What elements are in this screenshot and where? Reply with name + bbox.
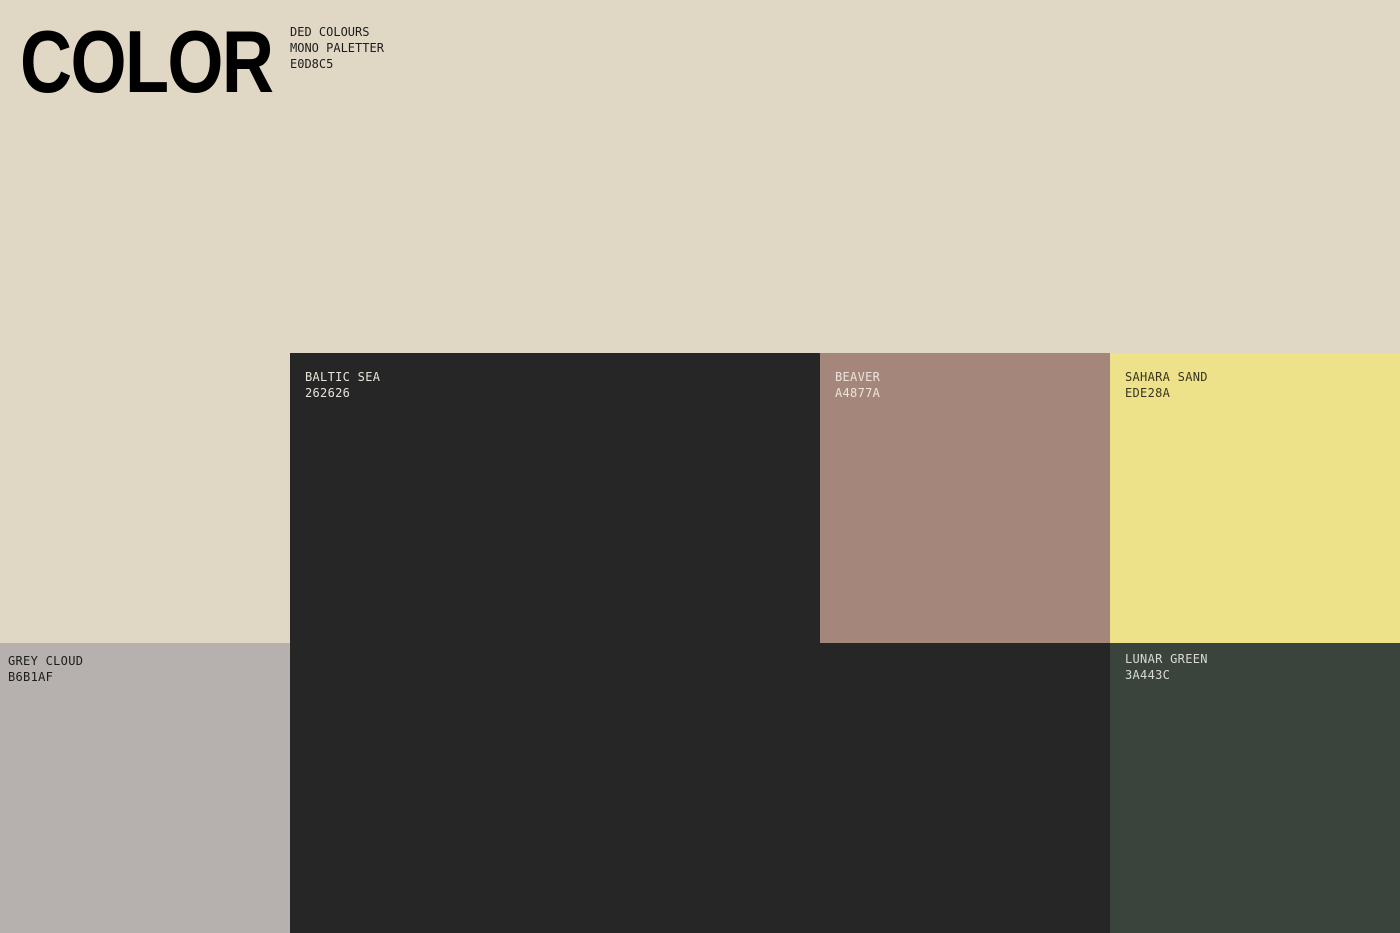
swatch-hex: 3A443C [1125,668,1171,682]
swatch-hex: 262626 [305,386,351,400]
swatch-grey-cloud: GREY CLOUD B6B1AF [0,643,290,933]
swatch-label: LUNAR GREEN 3A443C [1125,651,1208,683]
meta-line-hex: E0D8C5 [290,57,334,71]
swatch-name: BEAVER [835,370,881,384]
swatch-hex: B6B1AF [8,670,54,684]
swatch-name: BALTIC SEA [305,370,381,384]
swatch-name: GREY CLOUD [8,654,84,668]
swatch-hex: EDE28A [1125,386,1171,400]
swatch-sahara-sand: SAHARA SAND EDE28A [1110,353,1400,643]
swatch-name: SAHARA SAND [1125,370,1208,384]
palette-page: COLOR DED COLOURS MONO PALETTER E0D8C5 B… [0,0,1400,933]
meta-line-collection: DED COLOURS [290,25,370,39]
swatch-beaver: BEAVER A4877A [820,353,1110,643]
swatch-lunar-green: LUNAR GREEN 3A443C [1110,643,1400,933]
palette-meta: DED COLOURS MONO PALETTER E0D8C5 [290,24,384,72]
swatch-name: LUNAR GREEN [1125,652,1208,666]
swatch-label: SAHARA SAND EDE28A [1125,369,1208,401]
swatch-label: BEAVER A4877A [835,369,880,401]
swatch-hex: A4877A [835,386,881,400]
swatch-label: GREY CLOUD B6B1AF [8,653,83,685]
swatch-label: BALTIC SEA 262626 [305,369,380,401]
page-title: COLOR [20,12,274,111]
meta-line-palette: MONO PALETTER [290,41,384,55]
